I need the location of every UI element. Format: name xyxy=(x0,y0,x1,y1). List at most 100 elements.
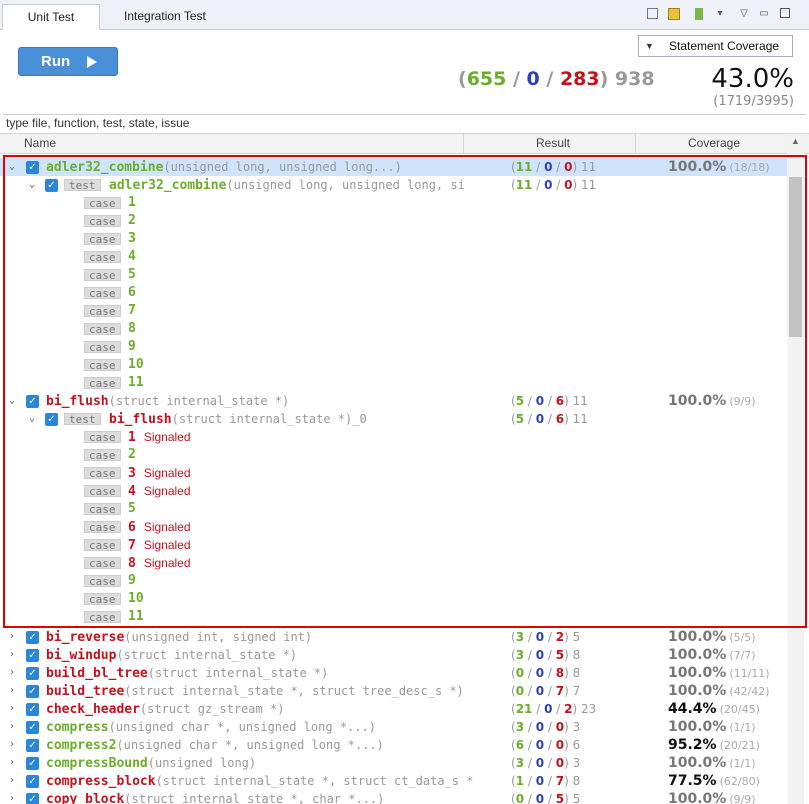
test-row[interactable]: ⌄ ✓ test bi_flush(struct internal_state *)_… xyxy=(0,410,787,428)
filter-icon[interactable] xyxy=(668,8,680,20)
checkbox[interactable]: ✓ xyxy=(45,413,58,426)
column-result[interactable]: Result xyxy=(536,134,570,153)
checkbox[interactable]: ✓ xyxy=(26,395,39,408)
report-icon[interactable] xyxy=(695,8,703,20)
coverage-percent: 77.5% xyxy=(668,773,717,789)
checkbox[interactable]: ✓ xyxy=(26,739,39,752)
case-row[interactable]: case 7 Signaled xyxy=(0,536,787,554)
tab-integration-test[interactable]: Integration Test xyxy=(112,4,218,30)
checkbox[interactable]: ✓ xyxy=(26,793,39,804)
coverage-cell: 77.5% (62/80) xyxy=(668,772,760,791)
case-row[interactable]: case 6 Signaled xyxy=(0,518,787,536)
vertical-scrollbar[interactable]: ▲ xyxy=(787,134,804,804)
case-row[interactable]: case 7 xyxy=(0,302,787,320)
case-row[interactable]: case 8 Signaled xyxy=(0,554,787,572)
case-row[interactable]: case 1 Signaled xyxy=(0,428,787,446)
checkbox[interactable]: ✓ xyxy=(26,757,39,770)
fail-count: 0 xyxy=(564,178,573,192)
column-divider[interactable] xyxy=(463,134,464,153)
scroll-up-icon[interactable]: ▲ xyxy=(787,136,804,150)
case-row[interactable]: case 4 Signaled xyxy=(0,482,787,500)
expand-toggle-icon[interactable]: › xyxy=(6,754,18,772)
checkbox[interactable]: ✓ xyxy=(26,685,39,698)
maximize-icon[interactable] xyxy=(780,8,790,18)
function-row[interactable]: › ✓ check_header(struct gz_stream *) (21 / … xyxy=(0,700,787,718)
test-row[interactable]: ⌄ ✓ test adler32_combine(unsigned long, uns… xyxy=(0,176,787,194)
expand-toggle-icon[interactable]: › xyxy=(6,628,18,646)
case-row[interactable]: case 10 xyxy=(0,356,787,374)
case-row[interactable]: case 5 xyxy=(0,266,787,284)
function-row[interactable]: › ✓ compress_block(struct internal_state *… xyxy=(0,772,787,790)
expand-toggle-icon[interactable]: › xyxy=(6,772,18,790)
scrollbar-thumb[interactable] xyxy=(789,177,802,337)
function-row[interactable]: › ✓ compress(unsigned char *, unsigned lon… xyxy=(0,718,787,736)
case-row[interactable]: case 5 xyxy=(0,500,787,518)
expand-toggle-icon[interactable]: › xyxy=(6,682,18,700)
function-row[interactable]: › ✓ copy_block(struct internal_state *, ch… xyxy=(0,790,787,804)
function-row[interactable]: ⌄ ✓ bi_flush(struct internal_state *) (5 / … xyxy=(0,392,787,410)
coverage-type-select[interactable]: ▼ Statement Coverage xyxy=(638,35,793,57)
checkbox[interactable]: ✓ xyxy=(26,721,39,734)
expand-toggle-icon[interactable]: ⌄ xyxy=(6,392,18,410)
pass-count: 0 xyxy=(515,666,525,680)
expand-toggle-icon[interactable]: ⌄ xyxy=(26,410,38,428)
collapse-icon[interactable] xyxy=(647,8,658,19)
function-row[interactable]: ⌄ ✓ adler32_combine(unsigned long, unsigne… xyxy=(0,158,787,176)
case-row[interactable]: case 9 xyxy=(0,338,787,356)
function-label: build_tree xyxy=(46,684,125,699)
case-row[interactable]: case 11 xyxy=(0,374,787,392)
pass-count: 3 xyxy=(515,630,525,644)
run-button[interactable]: Run xyxy=(18,47,118,76)
expand-toggle-icon[interactable]: › xyxy=(6,790,18,804)
checkbox[interactable]: ✓ xyxy=(26,161,39,174)
expand-toggle-icon[interactable]: › xyxy=(6,718,18,736)
pass-count: 5 xyxy=(515,394,525,408)
expand-toggle-icon[interactable]: › xyxy=(6,646,18,664)
checkbox[interactable]: ✓ xyxy=(26,649,39,662)
case-tag: case xyxy=(84,359,121,372)
column-coverage[interactable]: Coverage xyxy=(688,134,740,153)
column-name[interactable]: Name xyxy=(24,134,56,153)
function-row[interactable]: › ✓ bi_reverse(unsigned int, signed int) (3… xyxy=(0,628,787,646)
function-row[interactable]: › ✓ compressBound(unsigned long) (3 / 0 / 0… xyxy=(0,754,787,772)
case-row[interactable]: case 2 xyxy=(0,212,787,230)
case-row[interactable]: case 3 xyxy=(0,230,787,248)
view-menu-icon[interactable]: ▽ xyxy=(738,8,750,20)
column-divider[interactable] xyxy=(635,134,636,153)
case-tag: case xyxy=(84,287,121,300)
checkbox[interactable]: ✓ xyxy=(26,703,39,716)
tab-unit-test[interactable]: Unit Test xyxy=(2,4,100,30)
case-row[interactable]: case 1 xyxy=(0,194,787,212)
minimize-icon[interactable]: ▭ xyxy=(758,8,770,20)
case-row[interactable]: case 6 xyxy=(0,284,787,302)
case-row[interactable]: case 4 xyxy=(0,248,787,266)
case-row[interactable]: case 11 xyxy=(0,608,787,626)
expand-toggle-icon[interactable]: › xyxy=(6,736,18,754)
coverage-cell: 100.0% (5/5) xyxy=(668,628,756,647)
checkbox[interactable]: ✓ xyxy=(26,667,39,680)
case-row[interactable]: case 9 xyxy=(0,572,787,590)
case-row[interactable]: case 2 xyxy=(0,446,787,464)
case-row[interactable]: case 3 Signaled xyxy=(0,464,787,482)
filter-input[interactable]: type file, function, test, state, issue xyxy=(3,114,806,133)
checkbox[interactable]: ✓ xyxy=(45,179,58,192)
case-status: Signaled xyxy=(143,520,191,534)
case-row[interactable]: case 8 xyxy=(0,320,787,338)
checkbox[interactable]: ✓ xyxy=(26,631,39,644)
case-tag: case xyxy=(84,503,121,516)
coverage-percent: 100.0% xyxy=(668,719,727,735)
function-row[interactable]: › ✓ build_tree(struct internal_state *, st… xyxy=(0,682,787,700)
checkbox[interactable]: ✓ xyxy=(26,775,39,788)
unknown-count: 0 xyxy=(535,774,545,788)
expand-toggle-icon[interactable]: ⌄ xyxy=(26,176,38,194)
dropdown-icon[interactable]: ▾ xyxy=(714,8,726,20)
expand-toggle-icon[interactable]: › xyxy=(6,700,18,718)
case-row[interactable]: case 10 xyxy=(0,590,787,608)
function-row[interactable]: › ✓ bi_windup(struct internal_state *) (3 /… xyxy=(0,646,787,664)
function-name: check_header(struct gz_stream *) xyxy=(46,700,284,719)
expand-toggle-icon[interactable]: ⌄ xyxy=(6,158,18,176)
function-row[interactable]: › ✓ compress2(unsigned char *, unsigned lo… xyxy=(0,736,787,754)
expand-toggle-icon[interactable]: › xyxy=(6,664,18,682)
case-number: 5 xyxy=(128,267,136,282)
function-row[interactable]: › ✓ build_bl_tree(struct internal_state *)… xyxy=(0,664,787,682)
